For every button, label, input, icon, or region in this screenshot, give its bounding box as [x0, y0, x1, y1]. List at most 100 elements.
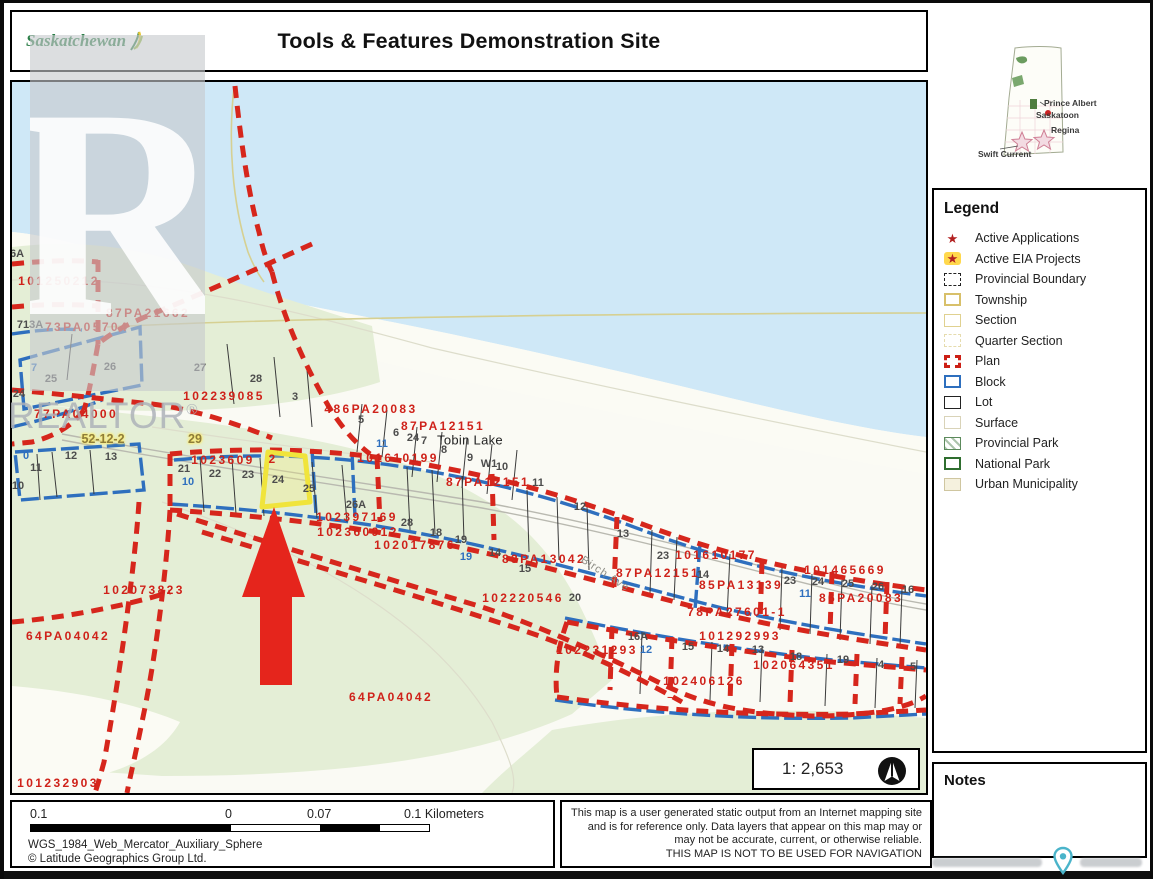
map-label: 64PA04042	[349, 690, 433, 704]
legend-item-label: Block	[975, 375, 1006, 389]
legend-item-label: Urban Municipality	[975, 477, 1078, 491]
legend-item-label: Plan	[975, 354, 1000, 368]
legend-item: Plan	[944, 351, 1145, 372]
map-label: 22	[209, 468, 221, 480]
map-label: 6A	[10, 248, 24, 260]
map-label: 14	[489, 547, 501, 559]
map-label: 10	[182, 476, 194, 488]
map-label: 24	[407, 432, 419, 444]
map-label: 85PA13139	[699, 578, 783, 592]
township-swatch	[944, 293, 961, 306]
scalebar-tick: 0	[225, 807, 232, 821]
map-label: 11	[799, 588, 811, 600]
legend-items: Active ApplicationsActive EIA ProjectsPr…	[944, 228, 1145, 495]
legend-item-label: National Park	[975, 457, 1050, 471]
map-label: 15	[682, 641, 694, 653]
map-label: 77PA04000	[34, 407, 118, 421]
map-label: 10	[496, 461, 508, 473]
map-label: 0	[23, 450, 29, 462]
legend-item: Lot	[944, 392, 1145, 413]
map-label: 64PA04042	[26, 629, 110, 643]
map-label: 25	[842, 578, 854, 590]
legend-item: Active Applications	[944, 228, 1145, 249]
map-label: 101465669	[804, 563, 886, 577]
legend-item-label: Surface	[975, 416, 1018, 430]
map-label: 19	[460, 551, 472, 563]
disclaimer-panel: This map is a user generated static outp…	[560, 800, 932, 868]
provincial-park-swatch	[944, 437, 961, 450]
map-label: 23	[657, 550, 669, 562]
scale-ratio-box: 1: 2,653	[752, 748, 920, 790]
map-label: 26A	[346, 499, 366, 511]
map-label: 86PA20083	[819, 591, 903, 605]
disclaimer-text: This map is a user generated static outp…	[570, 807, 922, 848]
provincial-boundary-swatch	[944, 273, 961, 286]
wheat-sheaf-icon	[126, 30, 148, 52]
page-title: Tools & Features Demonstration Site	[12, 29, 926, 54]
legend-item-label: Lot	[975, 395, 992, 409]
map-label: 102239085	[183, 389, 265, 403]
map-label: 28	[250, 373, 262, 385]
map-labels: 10125021287PA2166273PA0570410223908577PA…	[12, 82, 926, 793]
quarter-section-swatch	[944, 334, 961, 347]
saskatchewan-logo: Saskatchewan	[26, 30, 148, 52]
map-label: 11	[532, 477, 544, 489]
overview-minimap: Prince AlbertSaskatoonReginaSwift Curren…	[960, 36, 1150, 168]
lot-swatch	[944, 396, 961, 409]
map-label: 24	[812, 576, 824, 588]
legend-item: National Park	[944, 454, 1145, 475]
map-label: 15	[519, 563, 531, 575]
header: Saskatchewan Tools & Features Demonstrat…	[10, 10, 928, 72]
map-label: 25	[303, 483, 315, 495]
map-label: 18	[790, 651, 802, 663]
map-label: 486PA20083	[324, 402, 417, 416]
map-label: 10	[12, 480, 24, 492]
map-label: 87PA12151	[401, 419, 485, 433]
map-label: 16A	[628, 631, 648, 643]
legend-item: Provincial Boundary	[944, 269, 1145, 290]
map-label: 3	[292, 391, 298, 403]
legend-item-label: Provincial Park	[975, 436, 1058, 450]
map-label: Tobin Lake	[437, 433, 503, 448]
legend-item: Block	[944, 372, 1145, 393]
map-label: 19	[455, 534, 467, 546]
map-label: 23	[784, 575, 796, 587]
legend-panel: Legend Active ApplicationsActive EIA Pro…	[932, 188, 1147, 753]
map-label: 87PA12151	[446, 475, 530, 489]
map-label: 11	[376, 438, 388, 450]
map-label: W1	[481, 458, 498, 470]
map-label: 12	[640, 644, 652, 656]
north-arrow-icon	[876, 755, 908, 787]
map-label: 23	[242, 469, 254, 481]
map-label: 7	[31, 362, 37, 374]
map-label: 102220546	[482, 591, 564, 605]
map-label: 18	[430, 527, 442, 539]
watermark-blur-text	[932, 858, 1042, 867]
map-label: 19	[837, 654, 849, 666]
map-label: 102397169	[316, 510, 398, 524]
legend-item-label: Township	[975, 293, 1027, 307]
map-label: 102406126	[663, 674, 745, 688]
map-label: 11	[30, 462, 42, 474]
map-label: 14	[717, 643, 729, 655]
map-label: 87PA12151	[616, 566, 700, 580]
legend-item: Urban Municipality	[944, 474, 1145, 495]
section-swatch	[944, 314, 961, 327]
map-label: 4	[878, 659, 884, 671]
map-label: 52-12-2	[81, 432, 124, 446]
map-label: 7	[421, 435, 427, 447]
partner-watermark	[930, 846, 1148, 876]
map-label: 12	[65, 450, 77, 462]
map-label: 5	[358, 414, 364, 426]
map-label: 13	[752, 644, 764, 656]
map-label: 102017876	[374, 538, 456, 552]
scalebar-tick: 0.1	[30, 807, 47, 821]
legend-item-label: Provincial Boundary	[975, 272, 1086, 286]
star-eia-swatch	[944, 252, 961, 265]
scalebar-segment	[31, 825, 231, 831]
block-swatch	[944, 375, 961, 388]
map-label: 102360912	[317, 525, 399, 539]
map-label: 101250212	[18, 274, 100, 288]
map-label: 28	[401, 517, 413, 529]
legend-title: Legend	[944, 200, 1145, 218]
